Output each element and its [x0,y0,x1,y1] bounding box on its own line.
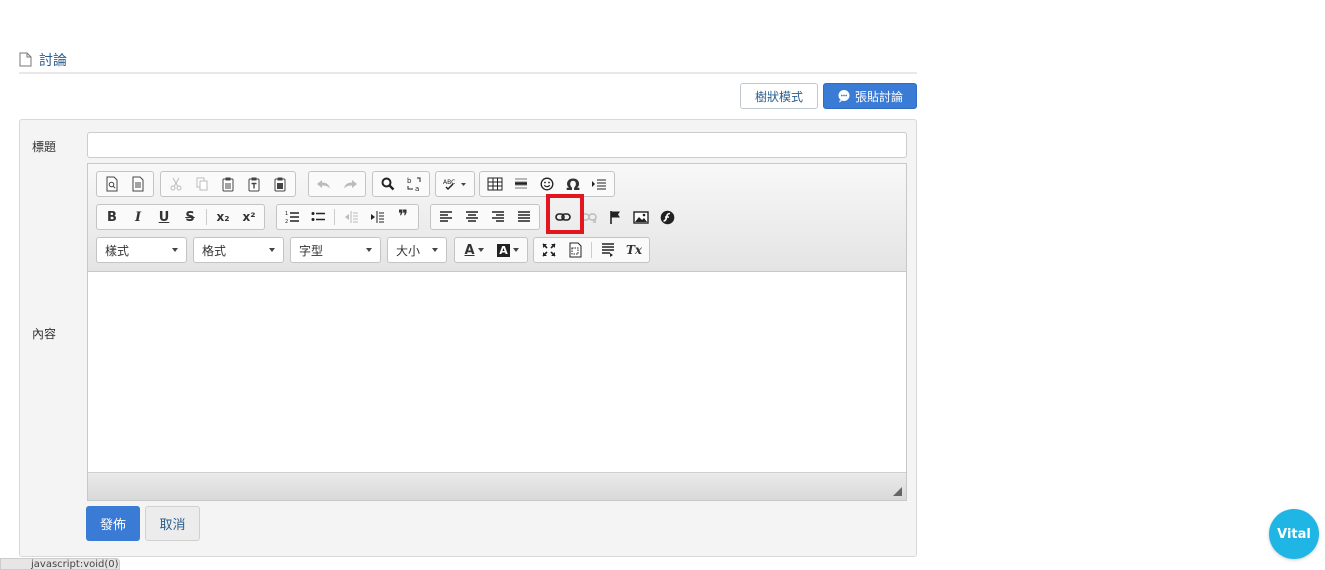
paragraph-group: 12 ❞ [276,204,419,230]
separator [591,242,592,258]
outdent-icon[interactable] [338,206,364,228]
special-char-icon[interactable]: Ω [560,173,586,195]
chevron-down-icon [512,248,519,252]
align-group [430,204,540,230]
undo-icon[interactable] [311,173,337,195]
replace-icon[interactable]: ba [401,173,427,195]
browser-status-bar: javascript:void(0)連結 [0,558,120,570]
post-discussion-button[interactable]: 張貼討論 [823,83,917,109]
chat-bubble-icon [837,89,851,103]
paste-icon[interactable] [215,173,241,195]
document-icon [19,52,33,68]
section-title: 討論 [39,53,67,69]
show-blocks-icon[interactable] [562,239,588,261]
blockquote-icon[interactable]: ❞ [390,206,416,228]
align-center-icon[interactable] [459,206,485,228]
size-dropdown-label: 大小 [396,243,421,258]
chevron-down-icon [432,248,438,252]
undo-group [308,171,366,197]
link-icon[interactable] [550,206,576,228]
paste-text-icon[interactable] [241,173,267,195]
colors-group: A A [454,237,528,263]
spellcheck-group: ABC [435,171,475,197]
section-header: 討論 [19,48,917,74]
cancel-button[interactable]: 取消 [145,506,200,541]
bold-icon[interactable]: B [99,206,125,228]
numbered-list-icon[interactable]: 12 [279,206,305,228]
chevron-down-icon [366,248,372,252]
svg-text:2: 2 [285,219,288,224]
discussion-form: 標題 內容 ba ABC Ω B I U S x₂ x² 1 2 ❞ 樣式 格式… [19,119,917,557]
clipboard-group [160,171,296,197]
resize-handle-icon[interactable] [893,487,902,496]
format-dropdown-label: 格式 [202,243,227,258]
post-discussion-label: 張貼討論 [854,89,903,104]
vital-chat-widget[interactable]: Vital [1269,509,1319,559]
underline-icon[interactable]: U [151,206,177,228]
separator [334,209,335,225]
find-icon[interactable] [375,173,401,195]
editor-status-bar [88,472,906,500]
indent-icon[interactable] [364,206,390,228]
align-right-icon[interactable] [485,206,511,228]
links-group [547,204,683,230]
paste-word-icon[interactable] [267,173,293,195]
smiley-icon[interactable] [534,173,560,195]
horizontal-rule-icon[interactable] [508,173,534,195]
styles-dropdown[interactable]: 樣式 [96,237,187,263]
svg-text:a: a [415,185,419,192]
text-color-icon[interactable]: A [457,239,491,261]
redo-icon[interactable] [337,173,363,195]
svg-text:ABC: ABC [443,179,455,186]
superscript-icon[interactable]: x² [236,206,262,228]
find-group: ba [372,171,430,197]
spellcheck-icon[interactable]: ABC [438,173,472,195]
size-dropdown[interactable]: 大小 [387,237,447,263]
document-group [96,171,154,197]
bg-color-glyph: A [497,243,510,257]
background-color-icon[interactable]: A [491,239,525,261]
separator [206,209,207,225]
tools-group: Tx [533,237,650,263]
chevron-down-icon [477,248,484,252]
anchor-icon[interactable] [602,206,628,228]
publish-button[interactable]: 發佈 [86,506,140,541]
page-break-icon[interactable] [586,173,612,195]
chevron-down-icon [172,248,178,252]
font-dropdown-label: 字型 [299,243,324,258]
subscript-icon[interactable]: x₂ [210,206,236,228]
content-label: 內容 [32,327,57,341]
align-left-icon[interactable] [433,206,459,228]
justify-icon[interactable] [511,206,537,228]
copy-icon[interactable] [189,173,215,195]
title-input[interactable] [87,132,907,158]
font-dropdown[interactable]: 字型 [290,237,381,263]
maximize-icon[interactable] [536,239,562,261]
cut-icon[interactable] [163,173,189,195]
image-icon[interactable] [628,206,654,228]
source-icon[interactable] [595,239,621,261]
text-color-glyph: A [464,242,475,258]
tree-mode-button[interactable]: 樹狀模式 [740,83,818,109]
preview-icon[interactable] [99,173,125,195]
editor-content-area[interactable] [88,272,906,472]
unlink-icon[interactable] [576,206,602,228]
editor-toolbar: ba ABC Ω B I U S x₂ x² 1 2 ❞ 樣式 格式 字型 大小… [88,164,906,272]
format-dropdown[interactable]: 格式 [193,237,284,263]
templates-icon[interactable] [125,173,151,195]
rich-text-editor: ba ABC Ω B I U S x₂ x² 1 2 ❞ 樣式 格式 字型 大小… [87,163,907,501]
strikethrough-icon[interactable]: S [177,206,203,228]
title-label: 標題 [32,140,57,154]
bulleted-list-icon[interactable] [305,206,331,228]
basic-styles-group: B I U S x₂ x² [96,204,265,230]
flash-icon[interactable] [654,206,680,228]
chevron-down-icon [269,248,275,252]
insert-group: Ω [479,171,615,197]
remove-format-icon[interactable]: Tx [621,239,647,261]
table-icon[interactable] [482,173,508,195]
italic-icon[interactable]: I [125,206,151,228]
svg-text:b: b [407,177,412,185]
styles-dropdown-label: 樣式 [105,243,130,258]
svg-text:1: 1 [285,211,288,217]
